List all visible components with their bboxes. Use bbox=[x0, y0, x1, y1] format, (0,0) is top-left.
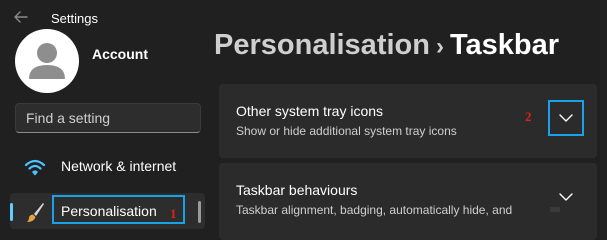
selection-indicator bbox=[10, 203, 13, 221]
highlight-box-personalisation bbox=[52, 195, 185, 224]
sidebar-item-network[interactable]: Network & internet bbox=[10, 148, 205, 184]
card-taskbar-behaviours[interactable]: Taskbar behaviours Taskbar alignment, ba… bbox=[219, 163, 597, 240]
step-number-1: 1 bbox=[170, 206, 177, 221]
brush-icon bbox=[27, 203, 44, 222]
search-input[interactable] bbox=[16, 104, 200, 132]
back-arrow-icon[interactable] bbox=[12, 8, 30, 26]
account-name: Account bbox=[92, 46, 148, 62]
page-title: Taskbar bbox=[449, 29, 560, 61]
breadcrumb-separator: › bbox=[435, 33, 444, 60]
chevron-down-icon[interactable] bbox=[558, 191, 574, 203]
breadcrumb: Personalisation › Taskbar bbox=[214, 29, 559, 62]
sidebar-item-label: Network & internet bbox=[61, 158, 177, 174]
search-box[interactable] bbox=[15, 103, 201, 133]
card-subtitle: Taskbar alignment, badging, automaticall… bbox=[236, 203, 513, 217]
wifi-icon bbox=[24, 159, 46, 176]
scrollbar-thumb[interactable] bbox=[198, 201, 201, 223]
breadcrumb-parent[interactable]: Personalisation bbox=[214, 29, 430, 61]
card-title: Taskbar behaviours bbox=[236, 182, 358, 198]
card-other-system-tray-icons[interactable]: Other system tray icons Show or hide add… bbox=[219, 84, 597, 158]
avatar[interactable] bbox=[15, 29, 79, 93]
user-icon bbox=[29, 43, 65, 79]
settings-window: Settings Account Network & internet Pers… bbox=[0, 0, 607, 240]
step-number-2: 2 bbox=[525, 109, 532, 124]
card-subtitle: Show or hide additional system tray icon… bbox=[236, 124, 457, 138]
expand-button[interactable] bbox=[548, 100, 584, 136]
app-title: Settings bbox=[51, 11, 98, 26]
chevron-down-icon bbox=[559, 114, 573, 122]
card-title: Other system tray icons bbox=[236, 103, 384, 119]
truncation-mark bbox=[550, 207, 560, 212]
